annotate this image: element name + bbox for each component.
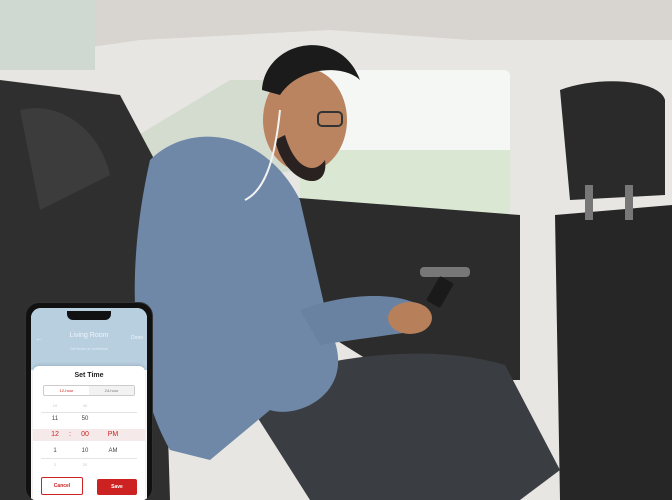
time-separator: : <box>69 431 71 438</box>
done-button[interactable]: Done <box>131 335 143 341</box>
room-title: Living Room <box>69 332 109 339</box>
tab-24-hour[interactable]: 24-hour <box>89 386 134 395</box>
save-button[interactable]: Save <box>97 479 137 495</box>
phone-screen: ← Living Room Done Set timer or schedule… <box>31 308 147 500</box>
hour-value: 10 <box>52 403 58 408</box>
wheel-row-selected[interactable]: 12 : 00 PM <box>33 429 145 441</box>
time-format-toggle: 12-hour 24-hour <box>43 385 135 396</box>
app-header: ← Living Room Done Set timer or schedule <box>31 308 147 370</box>
wheel-row[interactable]: 11 50 <box>33 413 145 425</box>
minute-value: 50 <box>81 416 89 422</box>
header-subtitle: Set timer or schedule <box>70 346 108 351</box>
cancel-button[interactable]: Cancel <box>41 477 83 495</box>
wheel-row[interactable]: 10 40 <box>33 400 145 412</box>
hour-value: 2 <box>53 462 57 467</box>
phone-mockup: ← Living Room Done Set timer or schedule… <box>25 302 153 500</box>
minute-value: 10 <box>81 448 89 454</box>
phone-notch <box>67 311 111 320</box>
minute-value: 40 <box>82 403 88 408</box>
selected-hour: 12 <box>51 431 59 438</box>
wheel-row[interactable]: 2 20 <box>33 459 145 471</box>
set-time-sheet: Set Time 12-hour 24-hour 10 40 11 50 12 … <box>33 366 145 500</box>
car-photo-scene: ← Living Room Done Set timer or schedule… <box>0 0 672 500</box>
time-picker-wheel[interactable]: 10 40 11 50 12 : 00 PM 1 10 AM 2 20 <box>33 400 145 470</box>
selected-minute: 00 <box>81 431 89 438</box>
period-value: AM <box>108 448 118 454</box>
hour-value: 11 <box>51 416 59 422</box>
wheel-row[interactable]: 1 10 AM <box>33 445 145 457</box>
hour-value: 1 <box>53 448 57 454</box>
minute-value: 20 <box>82 462 88 467</box>
tab-12-hour[interactable]: 12-hour <box>44 386 89 395</box>
selected-period: PM <box>107 431 119 438</box>
sheet-title: Set Time <box>74 372 104 379</box>
front-seat <box>560 81 665 200</box>
